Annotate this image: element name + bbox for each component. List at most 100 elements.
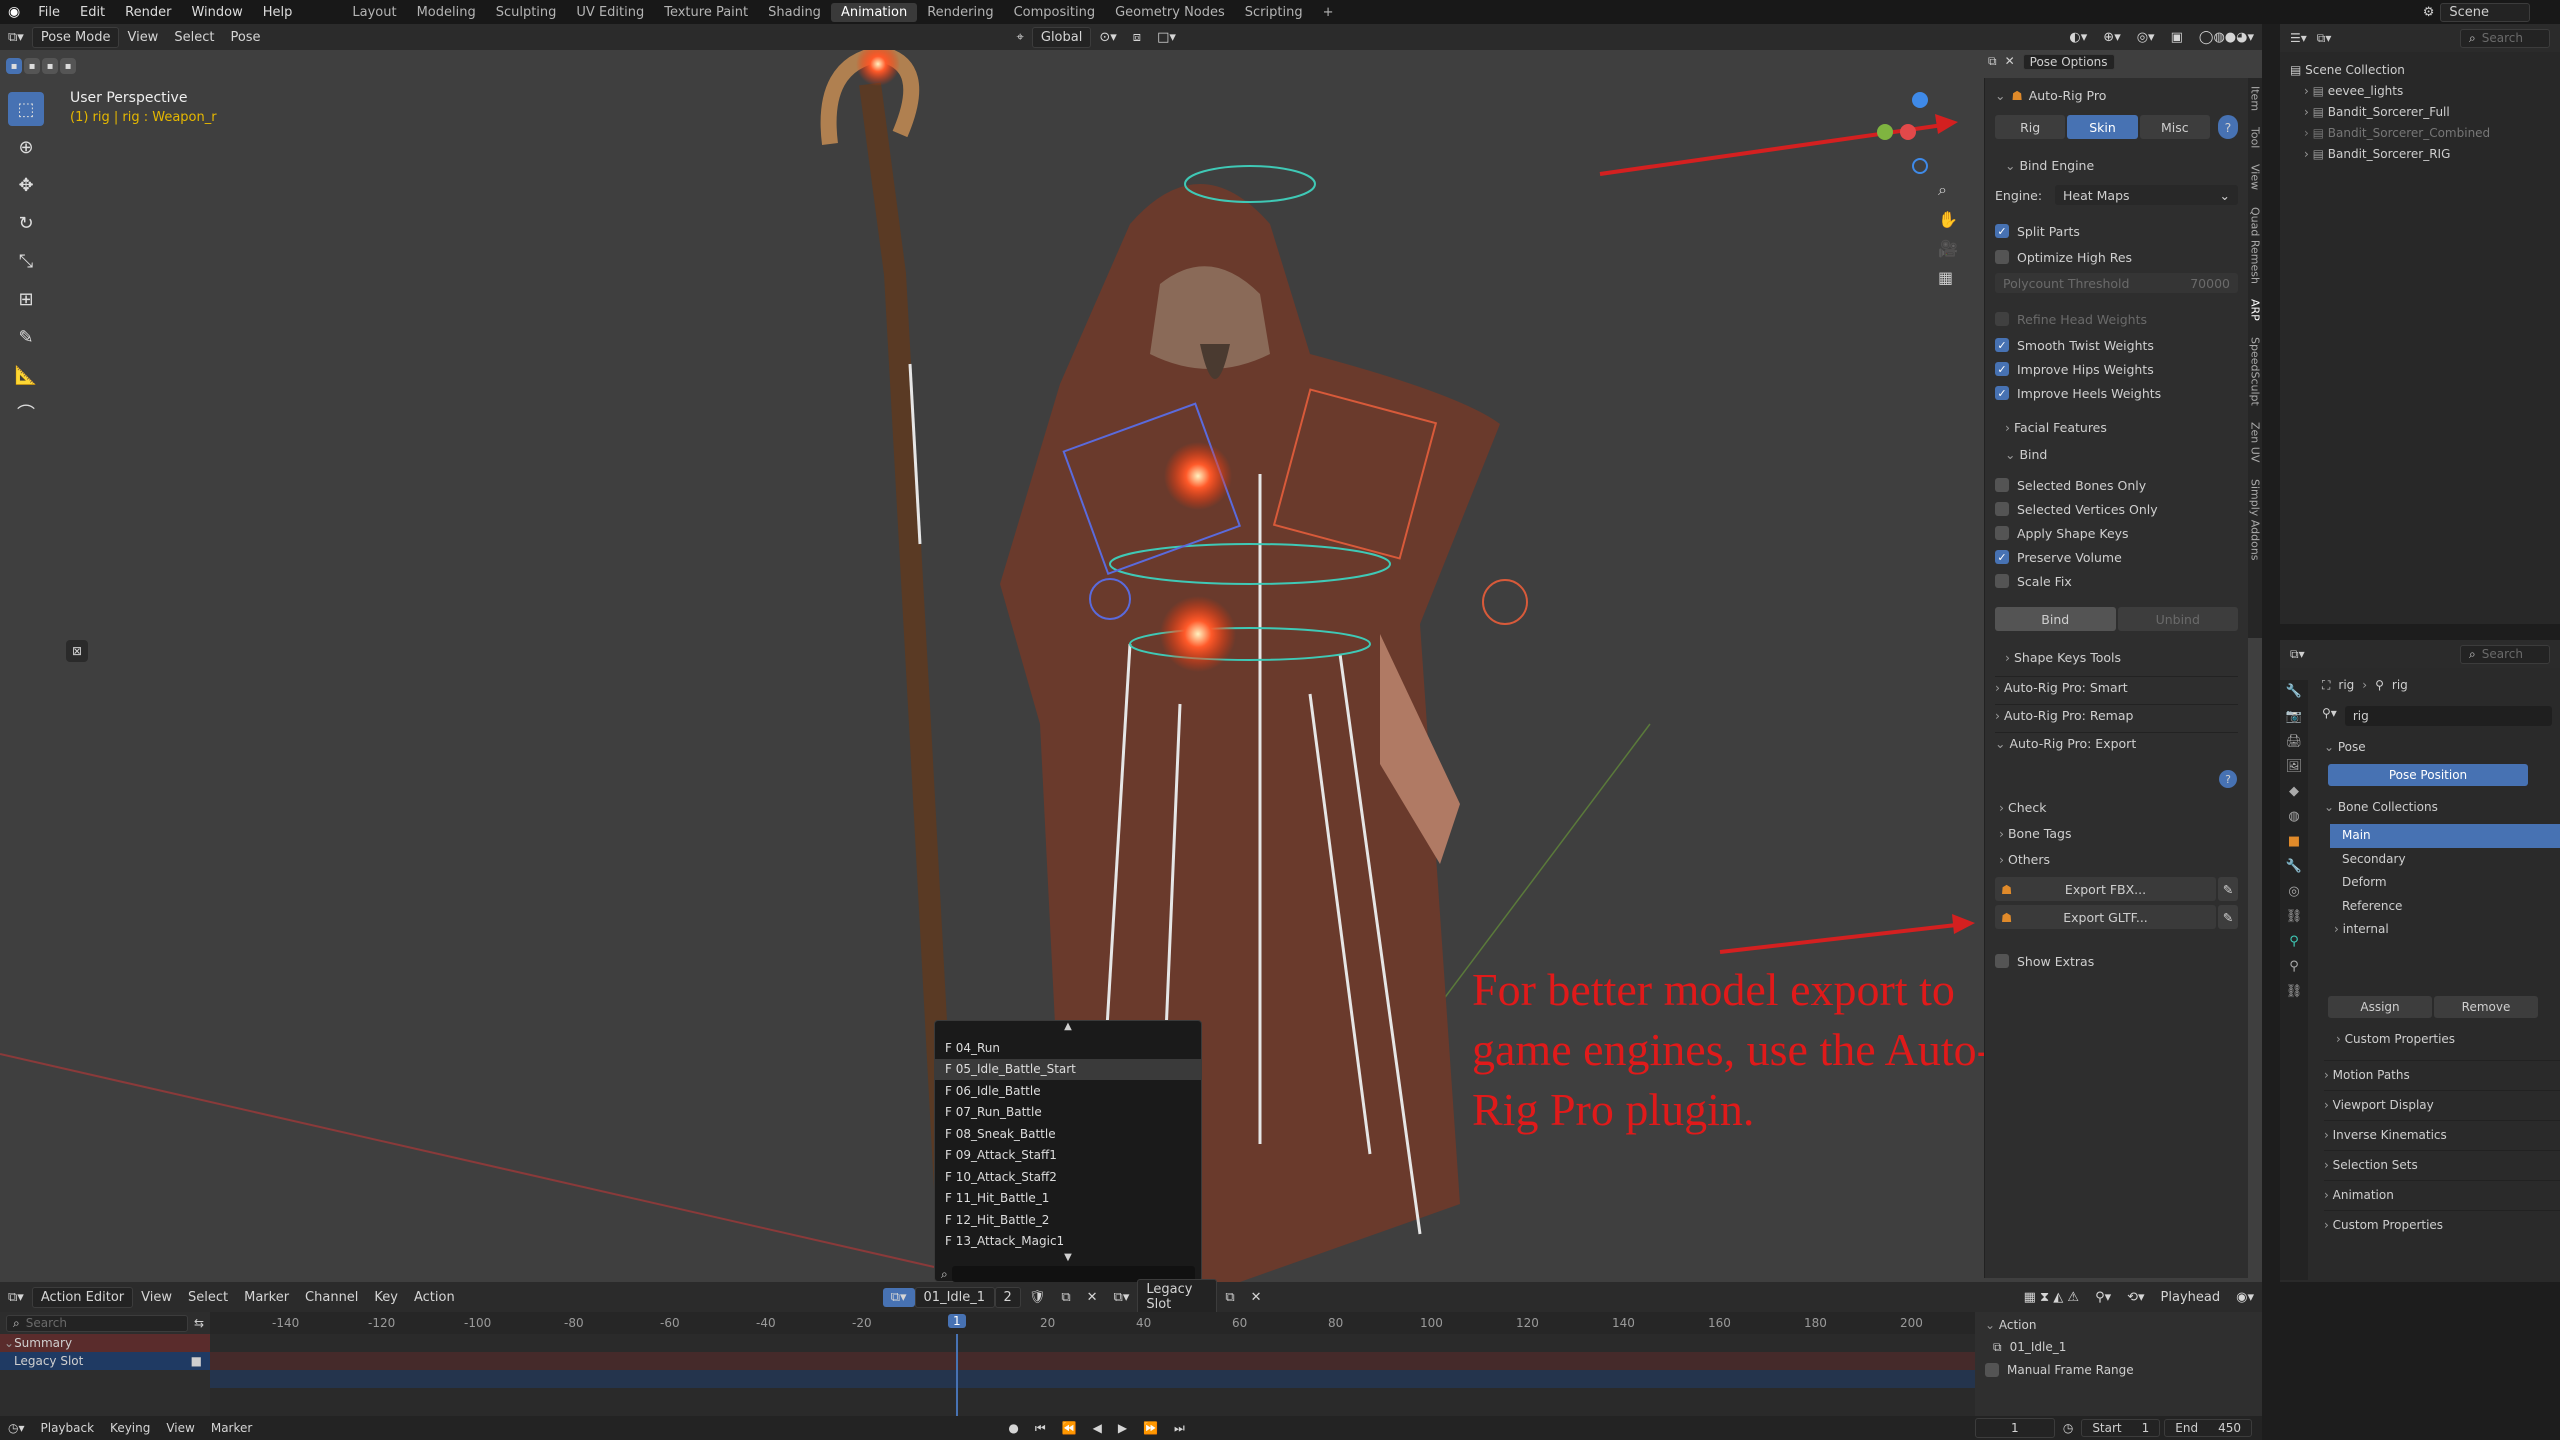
jump-start-icon[interactable]: ⏮ — [1027, 1419, 1054, 1438]
menu-select[interactable]: Select — [166, 28, 222, 47]
improve-hips-row[interactable]: ✓ Improve Hips Weights — [1995, 358, 2238, 380]
xray-icon[interactable]: ▣ — [2163, 28, 2191, 47]
physics-tab-icon[interactable]: ◎ — [2288, 884, 2299, 899]
assign-button[interactable]: Assign — [2328, 996, 2432, 1018]
scene-collection-row[interactable]: ▤ Scene Collection — [2290, 60, 2550, 81]
manual-range-row[interactable]: Manual Frame Range — [1975, 1357, 2262, 1383]
bind-button[interactable]: Bind — [1995, 607, 2116, 631]
menu-view[interactable]: View — [133, 1288, 180, 1307]
tool-tab-icon[interactable]: 🔧 — [2286, 684, 2302, 699]
editor-type-icon[interactable]: ◷▾ — [0, 1419, 33, 1437]
start-frame-field[interactable]: Start 1 — [2081, 1419, 2161, 1437]
bone-collections-section[interactable]: ⌄ Bone Collections — [2324, 800, 2438, 814]
shape-keys-tools-section[interactable]: › Shape Keys Tools — [2005, 646, 2238, 668]
tab-uv-editing[interactable]: UV Editing — [566, 3, 654, 22]
menu-action[interactable]: Action — [406, 1288, 463, 1307]
action-item[interactable]: F 08_Sneak_Battle — [935, 1123, 1201, 1145]
slot-unlink-icon[interactable]: ✕ — [1243, 1288, 1270, 1307]
scale-fix-row[interactable]: Scale Fix — [1995, 570, 2238, 592]
preserve-volume-row[interactable]: ✓ Preserve Volume — [1995, 546, 2238, 568]
tab-misc[interactable]: Misc — [2139, 115, 2210, 139]
orientation-selector[interactable]: Global — [1031, 26, 1092, 48]
checkbox-icon[interactable] — [1995, 502, 2009, 516]
ortho-grid-icon[interactable]: ▦ — [1938, 268, 1962, 287]
slot-duplicate-icon[interactable]: ⧉ — [1217, 1288, 1242, 1307]
menu-help[interactable]: Help — [253, 5, 303, 20]
collapse-icon[interactable]: ⌄ — [1995, 88, 2005, 103]
help-icon[interactable]: ? — [2217, 115, 2238, 139]
output-tab-icon[interactable]: 🖨 — [2286, 734, 2303, 749]
properties-section[interactable]: › Selection Sets — [2324, 1150, 2560, 1180]
outliner-item[interactable]: › ▤ eevee_lights — [2290, 81, 2550, 102]
properties-type-icon[interactable]: ⧉▾ — [2290, 647, 2305, 662]
render-tab-icon[interactable]: 📷 — [2286, 709, 2302, 724]
export-fbx-settings-icon[interactable]: ✎ — [2218, 877, 2238, 901]
scroll-up-icon[interactable]: ▲ — [935, 1021, 1201, 1037]
scene-icon[interactable]: ⚙ — [2417, 5, 2441, 20]
play-reverse-icon[interactable]: ◀ — [1085, 1419, 1110, 1437]
menu-view[interactable]: View — [119, 28, 166, 47]
action-item[interactable]: F 05_Idle_Battle_Start — [935, 1058, 1201, 1080]
tab-rendering[interactable]: Rendering — [917, 3, 1003, 22]
action-item[interactable]: F 13_Attack_Magic1 — [935, 1231, 1201, 1253]
bone-tab-icon[interactable]: ⚲ — [2289, 959, 2299, 974]
scene-selector[interactable]: Scene — [2440, 2, 2530, 22]
optimize-row[interactable]: Optimize High Res — [1995, 246, 2238, 268]
menu-render[interactable]: Render — [115, 5, 181, 20]
outliner-search[interactable]: ⌕ Search — [2460, 28, 2550, 48]
bone-tags-section[interactable]: › Bone Tags — [1999, 822, 2238, 844]
close-small-icon[interactable]: ✕ — [2005, 54, 2015, 70]
display-mode-icon[interactable]: ⧉▾ — [2317, 31, 2332, 46]
proportional-icon[interactable]: ◉▾ — [2228, 1288, 2262, 1307]
scale-icon[interactable]: ⤡ — [8, 244, 44, 278]
outliner-item[interactable]: › ▤ Bandit_Sorcerer_Combined — [2290, 123, 2550, 144]
pan-hand-icon[interactable]: ✋ — [1938, 210, 1962, 229]
tab-sculpting[interactable]: Sculpting — [486, 3, 567, 22]
properties-section[interactable]: › Motion Paths — [2324, 1060, 2560, 1090]
duplicate-action-icon[interactable]: ⧉ — [1053, 1288, 1078, 1307]
tab-compositing[interactable]: Compositing — [1004, 3, 1106, 22]
action-item[interactable]: F 06_Idle_Battle — [935, 1080, 1201, 1102]
bind-engine-section[interactable]: ⌄ Bind Engine — [2005, 154, 2238, 176]
summary-channel[interactable]: ⌄ Summary — [0, 1334, 210, 1352]
sidebar-tab-speedsculpt[interactable]: SpeedSculpt — [2249, 337, 2262, 406]
scroll-down-icon[interactable]: ▼ — [935, 1252, 1201, 1266]
annotate-icon[interactable]: ✎ — [8, 320, 44, 354]
tab-scripting[interactable]: Scripting — [1235, 3, 1313, 22]
checkbox-icon[interactable] — [1985, 1363, 1999, 1377]
editor-type-icon[interactable]: ⧉▾ — [0, 1288, 32, 1307]
zoom-icon[interactable]: ⌕ — [1938, 180, 1962, 200]
bone-collection-item[interactable]: Deform — [2330, 871, 2560, 895]
bone-collection-item[interactable]: › internal — [2330, 918, 2560, 942]
checkbox-icon[interactable] — [1995, 478, 2009, 492]
cursor-icon[interactable]: ⊕ — [8, 130, 44, 164]
visibility-icon[interactable]: ◐▾ — [2061, 28, 2095, 47]
checkbox-icon[interactable] — [1995, 312, 2009, 326]
playhead-dropdown[interactable]: Playhead — [2153, 1288, 2229, 1307]
action-item[interactable]: F 04_Run — [935, 1037, 1201, 1059]
select-intersect-icon[interactable]: ▪ — [60, 58, 76, 74]
mode-selector[interactable]: Pose Mode — [31, 26, 120, 48]
smart-panel[interactable]: › Auto-Rig Pro: Smart — [1995, 676, 2238, 698]
checkbox-icon[interactable]: ✓ — [1995, 338, 2009, 352]
sidebar-tab-zen-uv[interactable]: Zen UV — [2249, 422, 2262, 462]
others-section[interactable]: › Others — [1999, 848, 2238, 870]
slot-checkbox-icon[interactable]: ■ — [191, 1354, 202, 1368]
bind-section[interactable]: ⌄ Bind — [2005, 443, 2238, 465]
pose-position-button[interactable]: Pose Position — [2328, 764, 2528, 786]
sidebar-tab-tool[interactable]: Tool — [2249, 127, 2262, 148]
current-frame-indicator[interactable]: 1 — [948, 1314, 966, 1328]
bone-collection-item[interactable]: Main — [2330, 824, 2560, 848]
selected-bones-row[interactable]: Selected Bones Only — [1995, 474, 2238, 496]
tab-shading[interactable]: Shading — [758, 3, 831, 22]
remap-panel[interactable]: › Auto-Rig Pro: Remap — [1995, 704, 2238, 726]
modifiers-tab-icon[interactable]: 🔧 — [2286, 859, 2302, 874]
bone-collection-item[interactable]: Secondary — [2330, 848, 2560, 872]
menu-keying[interactable]: Keying — [102, 1419, 158, 1437]
menu-select[interactable]: Select — [180, 1288, 236, 1307]
scene-tab-icon[interactable]: ◆ — [2289, 784, 2299, 799]
armature-data-tab-icon[interactable]: ⚲ — [2289, 934, 2299, 949]
facial-features-section[interactable]: › Facial Features — [2005, 416, 2238, 438]
measure-icon[interactable]: 📐 — [8, 358, 44, 392]
checkbox-icon[interactable] — [1995, 250, 2009, 264]
